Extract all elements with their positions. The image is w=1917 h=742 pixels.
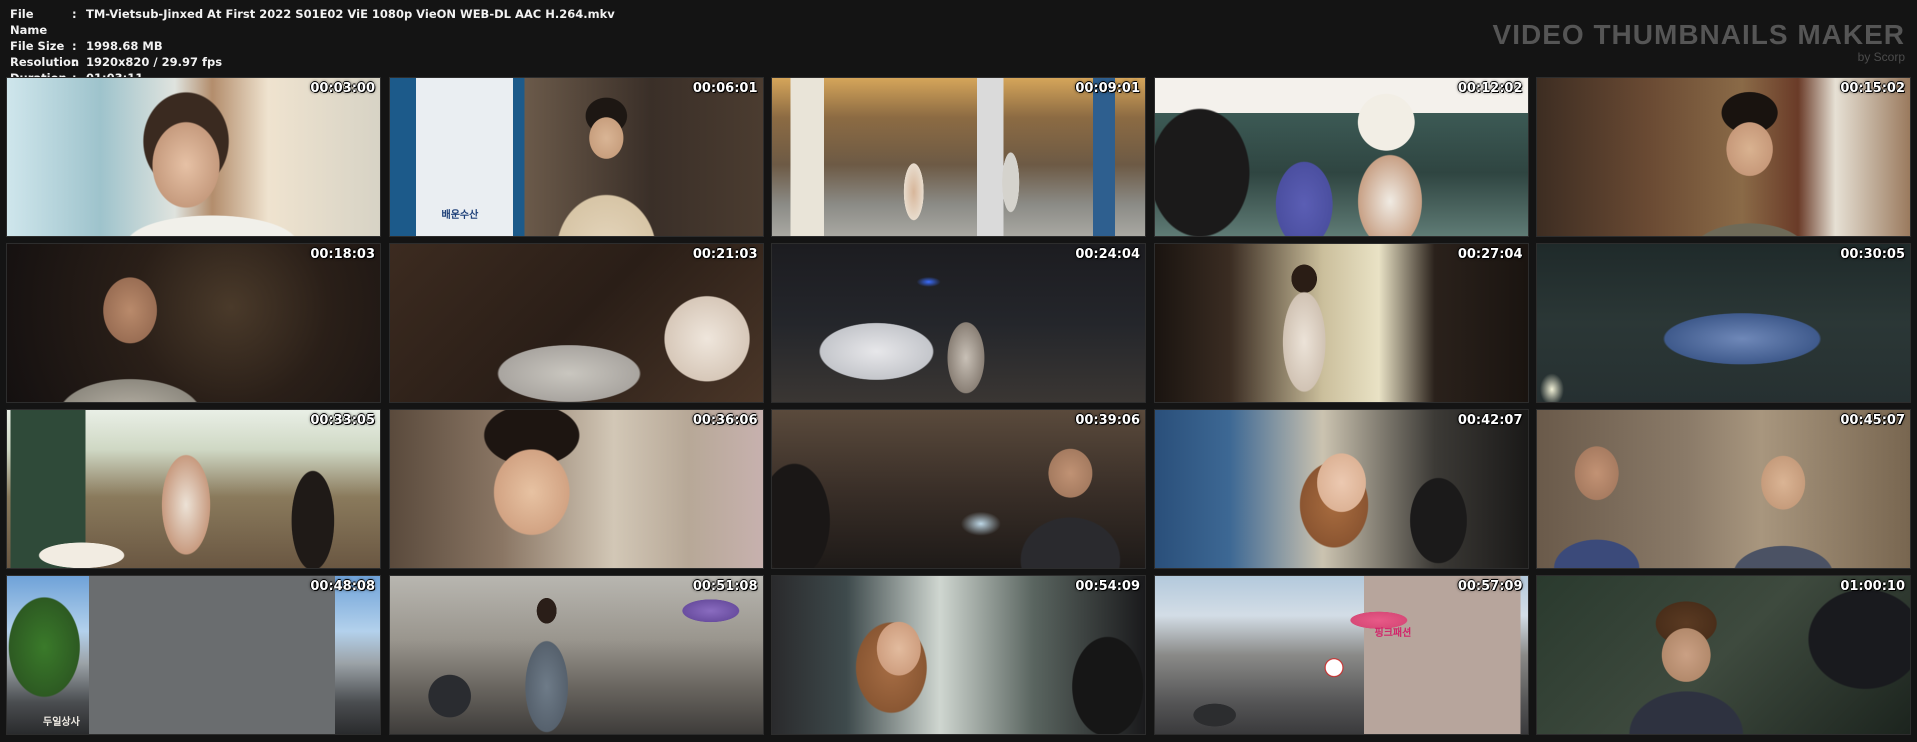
file-name-label: File Name	[10, 7, 48, 37]
thumbnail-timestamp: 01:00:10	[1840, 579, 1905, 594]
separator: :	[72, 39, 77, 53]
thumbnail-timestamp: 00:42:07	[1457, 413, 1523, 428]
thumbnail-frame[interactable]: 두일상사 00:48:08	[6, 575, 381, 735]
file-name-row: File Name : TM-Vietsub-Jinxed At First 2…	[10, 6, 615, 38]
brand-title: VIDEO THUMBNAILS MAKER	[1492, 19, 1905, 50]
thumbnail-frame[interactable]: 01:00:10	[1536, 575, 1911, 735]
thumbnail-timestamp: 00:03:00	[310, 81, 375, 96]
file-size-label: File Size	[10, 39, 65, 53]
thumbnail-grid: 00:03:00 배운수산 00:06:01 00:09:01 00:12:02…	[6, 77, 1911, 735]
thumbnail-timestamp: 00:54:09	[1075, 579, 1140, 594]
thumbnail-frame[interactable]: 00:18:03	[6, 243, 381, 403]
thumbnail-frame[interactable]: 00:03:00	[6, 77, 381, 237]
thumbnail-frame[interactable]: 00:12:02	[1153, 77, 1529, 237]
scene-sign-text: 두일상사	[43, 717, 80, 728]
thumbnail-timestamp: 00:39:06	[1075, 413, 1140, 428]
thumbnail-frame[interactable]: 00:54:09	[771, 575, 1146, 735]
thumbnail-frame[interactable]: 00:30:05	[1536, 243, 1911, 403]
thumbnail-frame[interactable]: 00:39:06	[771, 409, 1146, 569]
thumbnail-timestamp: 00:06:01	[692, 81, 758, 96]
thumbnail-timestamp: 00:09:01	[1075, 81, 1140, 96]
thumbnail-frame[interactable]: 00:33:05	[6, 409, 381, 569]
thumbnail-frame[interactable]: 00:09:01	[771, 77, 1146, 237]
thumbnail-frame[interactable]: 00:45:07	[1536, 409, 1911, 569]
brand-watermark: VIDEO THUMBNAILS MAKER by Scorp	[1492, 19, 1905, 65]
thumbnail-timestamp: 00:18:03	[310, 247, 375, 262]
resolution-row: Resolution : 1920x820 / 29.97 fps	[10, 54, 615, 70]
file-size-value: 1998.68 MB	[86, 39, 163, 53]
thumbnail-frame[interactable]: 00:51:08	[388, 575, 764, 735]
file-size-row: File Size : 1998.68 MB	[10, 38, 615, 54]
thumbnail-timestamp: 00:24:04	[1075, 247, 1140, 262]
scene-sign-text: 배운수산	[441, 210, 479, 221]
resolution-value: 1920x820 / 29.97 fps	[86, 55, 223, 69]
file-name-value: TM-Vietsub-Jinxed At First 2022 S01E02 V…	[86, 7, 615, 21]
separator: :	[72, 7, 77, 21]
thumbnail-frame[interactable]: 배운수산 00:06:01	[388, 77, 764, 237]
resolution-label: Resolution	[10, 55, 80, 69]
thumbnail-frame[interactable]: 00:21:03	[388, 243, 764, 403]
scene-sign-text: 핑크패션	[1374, 628, 1412, 639]
thumbnail-timestamp: 00:30:05	[1840, 247, 1905, 262]
thumbnail-frame[interactable]: 00:24:04	[771, 243, 1146, 403]
thumbnail-timestamp: 00:12:02	[1457, 81, 1523, 96]
thumbnail-frame[interactable]: 00:42:07	[1153, 409, 1529, 569]
brand-subtitle: by Scorp	[1857, 50, 1905, 64]
thumbnail-frame[interactable]: 00:27:04	[1153, 243, 1529, 403]
thumbnail-timestamp: 00:21:03	[692, 247, 758, 262]
thumbnail-timestamp: 00:48:08	[310, 579, 375, 594]
thumbnail-frame[interactable]: 핑크패션 00:57:09	[1153, 575, 1529, 735]
thumbnail-timestamp: 00:36:06	[692, 413, 758, 428]
thumbnail-timestamp: 00:45:07	[1840, 413, 1905, 428]
thumbnail-frame[interactable]: 00:36:06	[388, 409, 764, 569]
thumbnail-timestamp: 00:15:02	[1840, 81, 1905, 96]
thumbnail-timestamp: 00:57:09	[1457, 579, 1523, 594]
file-info-panel: File Name : TM-Vietsub-Jinxed At First 2…	[10, 6, 615, 86]
thumbnail-timestamp: 00:33:05	[310, 413, 375, 428]
thumbnail-timestamp: 00:27:04	[1457, 247, 1523, 262]
separator: :	[72, 55, 77, 69]
thumbnail-timestamp: 00:51:08	[692, 579, 758, 594]
thumbnail-frame[interactable]: 00:15:02	[1536, 77, 1911, 237]
